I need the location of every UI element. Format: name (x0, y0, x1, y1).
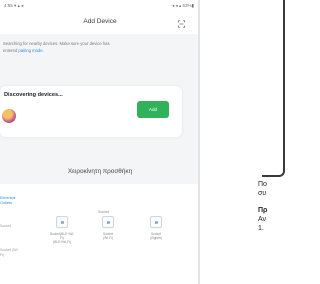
phone-screenshot: 4:55 ▾ ▴ ◂ ◂ ◂ ▴ 53%▮ Add Device Searchi… (0, 0, 200, 284)
status-left: 4:55 ▾ ▴ ◂ (4, 3, 24, 8)
device-socket-zigbee[interactable]: Socket (Zigbee) (142, 216, 170, 240)
right-text-line1: Πο (258, 181, 267, 188)
intro-text: Searching for nearby devices. Make sure … (3, 41, 110, 46)
side-label-line-b: Fi) (0, 253, 5, 257)
discovered-device-avatar (2, 109, 16, 123)
device-label-2: (Zigbee) (149, 236, 163, 240)
pairing-mode-link[interactable]: pairing mode. (18, 48, 43, 53)
status-right: ◂ ◂ ▴ 53%▮ (171, 3, 194, 8)
intro-text-2: entered (3, 48, 18, 53)
side-label-socket-wifi: Socket (Wi- Fi) (0, 248, 19, 258)
right-text-line4: 1. (258, 225, 264, 232)
status-bar: 4:55 ▾ ▴ ◂ ◂ ◂ ▴ 53%▮ (0, 0, 198, 12)
socket-icon (102, 216, 114, 228)
right-text-line2: συ (258, 190, 267, 197)
discovering-heading: Discovering devices... (4, 92, 63, 98)
search-instructions: Searching for nearby devices. Make sure … (0, 40, 190, 54)
category-label[interactable]: Electrical Outlets (0, 196, 15, 206)
right-heading: Πρ (258, 207, 268, 214)
right-text-line3: Αν (258, 216, 267, 223)
category-label-line2: Outlets (0, 201, 13, 205)
side-label-socket: Socket (0, 224, 11, 228)
app-bar: Add Device (0, 12, 198, 34)
add-button[interactable]: Add (137, 101, 169, 118)
device-label-2: (Wi-Fi) (103, 236, 113, 240)
device-socket-wifi[interactable]: Socket (Wi-Fi) (94, 216, 122, 240)
page-title: Add Device (83, 18, 117, 25)
manual-page-right: Πο συ Πρ Αν 1. (207, 0, 285, 284)
socket-icon (150, 216, 162, 228)
second-phone-frame (262, 0, 285, 177)
category-panel: Electrical Outlets Socket Socket Socket … (0, 184, 198, 284)
socket-icon (56, 216, 68, 228)
device-label-3: (BLE+Wi-Fi) (52, 240, 72, 244)
device-socket-ble-wifi[interactable]: Socket(BLE+Wi- Fi) (BLE+Wi-Fi) (48, 216, 76, 244)
socket-subhead: Socket (98, 210, 109, 214)
discovering-card: Discovering devices... Add (0, 86, 182, 137)
scan-icon[interactable] (177, 20, 186, 28)
manual-add-title: Χειροκίνητη προσθήκη (67, 168, 133, 175)
